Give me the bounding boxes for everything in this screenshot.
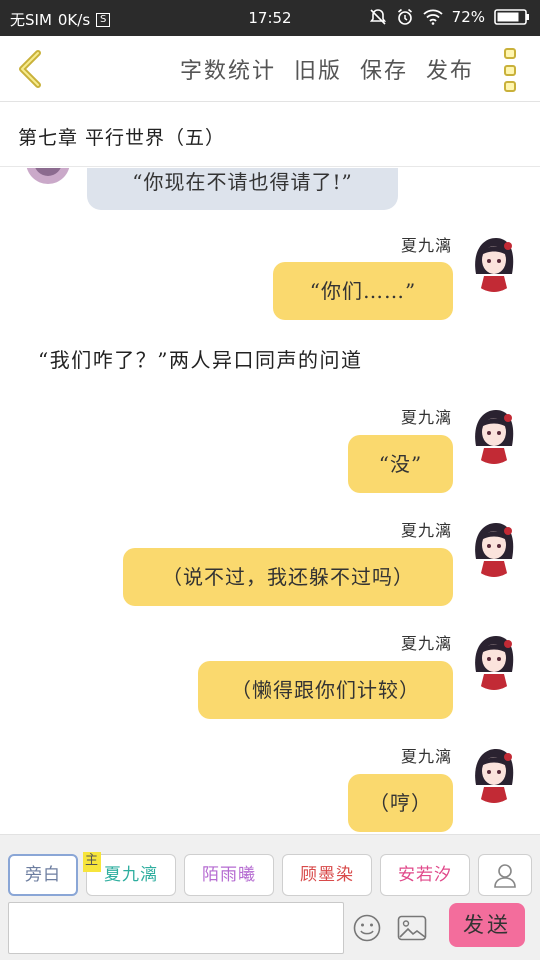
composer-panel: 旁白 主 夏九漓 陌雨曦 顾墨染 安若汐 发送 xyxy=(0,834,540,960)
message-bubble-right[interactable]: “你们……” xyxy=(273,262,453,320)
old-version-button[interactable]: 旧版 xyxy=(294,53,342,85)
status-right: 72% xyxy=(369,8,530,26)
message-bubble-right[interactable]: “没” xyxy=(348,435,453,493)
avatar[interactable] xyxy=(470,519,518,577)
alarm-icon xyxy=(396,8,414,26)
word-count-button[interactable]: 字数统计 xyxy=(180,53,276,85)
avatar[interactable] xyxy=(470,406,518,464)
more-vertical-icon xyxy=(504,48,516,59)
avatar[interactable] xyxy=(470,234,518,292)
manage-roles-button[interactable] xyxy=(478,854,532,896)
main-role-tag: 主 xyxy=(83,852,101,872)
narration-text[interactable]: “我们咋了？”两人异口同声的问道 xyxy=(38,344,362,373)
back-button[interactable] xyxy=(14,49,46,89)
chapter-header: 第七章 平行世界（五） xyxy=(0,103,540,167)
toolbar-actions: 字数统计 旧版 保存 发布 xyxy=(180,53,474,85)
message-input[interactable] xyxy=(8,902,344,954)
role-gu-moran[interactable]: 顾墨染 xyxy=(282,854,372,896)
image-icon xyxy=(397,915,427,941)
message-bubble-right[interactable]: （懒得跟你们计较） xyxy=(198,661,453,719)
role-label: 夏九漓 xyxy=(104,865,158,885)
publish-button[interactable]: 发布 xyxy=(426,53,474,85)
battery-icon xyxy=(494,8,530,26)
message-bubble-right[interactable]: （哼） xyxy=(348,774,453,832)
speaker-name: 夏九漓 xyxy=(400,236,452,255)
avatar[interactable] xyxy=(24,168,72,196)
more-vertical-icon-dot xyxy=(504,81,516,92)
editor-toolbar: 字数统计 旧版 保存 发布 xyxy=(0,36,540,102)
chapter-title[interactable]: 第七章 平行世界（五） xyxy=(18,123,225,150)
speaker-name: 夏九漓 xyxy=(400,408,452,427)
status-bar: 无SIM 0K/s S 17:52 72% xyxy=(0,0,540,36)
person-icon xyxy=(494,864,516,888)
role-xia-jiuli[interactable]: 主 夏九漓 xyxy=(83,852,176,896)
role-narrator[interactable]: 旁白 xyxy=(8,854,78,896)
role-mo-yuxi[interactable]: 陌雨曦 xyxy=(184,854,274,896)
save-button[interactable]: 保存 xyxy=(360,53,408,85)
smiley-icon xyxy=(353,914,381,942)
avatar[interactable] xyxy=(470,632,518,690)
more-menu-button[interactable] xyxy=(500,48,520,92)
speaker-name: 夏九漓 xyxy=(400,521,452,540)
chevron-left-icon xyxy=(19,50,41,88)
send-button[interactable]: 发送 xyxy=(449,903,525,947)
more-vertical-icon-dot xyxy=(504,64,516,76)
mute-bell-icon xyxy=(369,8,387,26)
avatar[interactable] xyxy=(470,745,518,803)
image-button[interactable] xyxy=(397,915,427,941)
chat-area[interactable]: “你现在不请也得请了!” 夏九漓 “你们……” “我们咋了？”两人异口同声的问道… xyxy=(0,168,540,834)
role-an-ruoxi[interactable]: 安若汐 xyxy=(380,854,470,896)
battery-percent: 72% xyxy=(451,8,485,26)
wifi-icon xyxy=(423,9,443,25)
speaker-name: 夏九漓 xyxy=(400,747,452,766)
emoji-button[interactable] xyxy=(352,913,382,943)
role-selector: 旁白 主 夏九漓 陌雨曦 顾墨染 安若汐 xyxy=(8,852,470,896)
message-bubble-right[interactable]: （说不过，我还躲不过吗） xyxy=(123,548,453,606)
message-bubble-left[interactable]: “你现在不请也得请了!” xyxy=(87,168,398,210)
speaker-name: 夏九漓 xyxy=(400,634,452,653)
